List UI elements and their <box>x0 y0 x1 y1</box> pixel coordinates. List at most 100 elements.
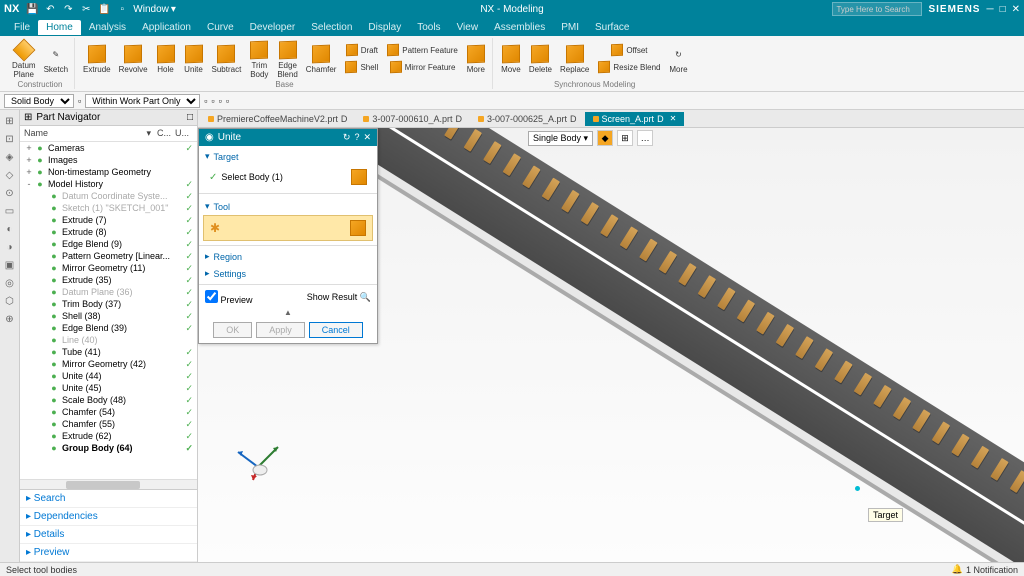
sel-icon[interactable]: ▫ <box>211 96 214 106</box>
target-select-row[interactable]: ✓ Select Body (1) <box>203 165 373 189</box>
menu-pmi[interactable]: PMI <box>553 20 587 35</box>
tree-node[interactable]: ●Sketch (1) "SKETCH_001"✓ <box>20 202 197 214</box>
scope-select[interactable]: Within Work Part Only <box>85 94 200 108</box>
expand-icon[interactable]: + <box>24 155 34 165</box>
more-sync-button[interactable]: ↻More <box>665 43 691 75</box>
target-group-header[interactable]: ▾Target <box>199 148 377 165</box>
minimize-icon[interactable]: ─ <box>986 4 993 15</box>
sel-icon[interactable]: ▫ <box>226 96 229 106</box>
rail-icon[interactable]: ◐ <box>3 222 17 236</box>
tree-node[interactable]: +●Cameras✓ <box>20 142 197 154</box>
menu-home[interactable]: Home <box>38 20 81 35</box>
nav-icon[interactable]: ⊞ <box>3 114 17 128</box>
menu-assemblies[interactable]: Assemblies <box>486 20 553 35</box>
document-tab[interactable]: PremiereCoffeeMachineV2.prt D <box>200 112 355 126</box>
close-icon[interactable]: ✕ <box>1012 4 1020 15</box>
filter-icon[interactable]: ▫ <box>78 96 81 106</box>
accordion-details[interactable]: ▸ Details <box>20 526 197 544</box>
tree-node[interactable]: ●Unite (44)✓ <box>20 370 197 382</box>
trim-body-button[interactable]: Trim Body <box>246 39 272 80</box>
menu-analysis[interactable]: Analysis <box>81 20 134 35</box>
menu-curve[interactable]: Curve <box>199 20 242 35</box>
body-icon[interactable] <box>350 220 366 236</box>
chevron-down-icon[interactable]: ▾ <box>146 128 151 139</box>
tree-node[interactable]: +●Non-timestamp Geometry <box>20 166 197 178</box>
tree-node[interactable]: ●Chamfer (55)✓ <box>20 418 197 430</box>
tree-node[interactable]: ●Mirror Geometry (11)✓ <box>20 262 197 274</box>
dialog-titlebar[interactable]: ◉ Unite ↻?✕ <box>199 129 377 146</box>
document-tab[interactable]: 3-007-000610_A.prt D <box>355 112 470 126</box>
cancel-button[interactable]: Cancel <box>309 322 363 338</box>
expand-icon[interactable]: + <box>24 143 34 153</box>
resize-blend-button[interactable]: Resize Blend <box>594 59 663 76</box>
rail-icon[interactable]: ▣ <box>3 258 17 272</box>
datum-plane-button[interactable]: Datum Plane <box>9 39 39 80</box>
ok-button[interactable]: OK <box>213 322 252 338</box>
shell-button[interactable]: Shell <box>341 59 381 76</box>
menu-view[interactable]: View <box>449 20 487 35</box>
extrude-button[interactable]: Extrude <box>80 43 114 75</box>
menu-developer[interactable]: Developer <box>242 20 304 35</box>
rail-icon[interactable]: ◎ <box>3 276 17 290</box>
type-filter-select[interactable]: Solid Body <box>4 94 74 108</box>
selection-filter-select[interactable]: Single Body ▾ <box>528 131 593 146</box>
tree-node[interactable]: ●Edge Blend (9)✓ <box>20 238 197 250</box>
tree-node[interactable]: +●Images <box>20 154 197 166</box>
unite-button[interactable]: Unite <box>181 43 207 75</box>
save-icon[interactable]: 💾 <box>25 2 39 16</box>
tree-node[interactable]: ●Datum Coordinate Syste...✓ <box>20 190 197 202</box>
collapse-icon[interactable]: ▲ <box>199 308 377 317</box>
move-button[interactable]: Move <box>498 43 524 75</box>
assembly-icon[interactable]: ⊡ <box>3 132 17 146</box>
tool-select-row[interactable]: ✱ <box>203 215 373 241</box>
document-tab[interactable]: 3-007-000625_A.prt D <box>470 112 585 126</box>
undo-icon[interactable]: ↶ <box>43 2 57 16</box>
rail-icon[interactable]: ⊕ <box>3 312 17 326</box>
tree-node[interactable]: ●Extrude (8)✓ <box>20 226 197 238</box>
tree-node[interactable]: -●Model History✓ <box>20 178 197 190</box>
menu-application[interactable]: Application <box>134 20 199 35</box>
menu-file[interactable]: File <box>6 20 38 35</box>
tree-node[interactable]: ●Trim Body (37)✓ <box>20 298 197 310</box>
accordion-search[interactable]: ▸ Search <box>20 490 197 508</box>
expand-icon[interactable]: - <box>24 179 34 189</box>
rail-icon[interactable]: ⊙ <box>3 186 17 200</box>
sketch-button[interactable]: ✎Sketch <box>41 43 71 75</box>
vp-btn[interactable]: ⊞ <box>617 130 633 146</box>
view-triad[interactable] <box>233 432 283 482</box>
help-icon[interactable]: ? <box>354 132 359 143</box>
tree-node[interactable]: ●Extrude (62)✓ <box>20 430 197 442</box>
document-tab[interactable]: Screen_A.prt D✕ <box>585 112 685 126</box>
menu-display[interactable]: Display <box>360 20 409 35</box>
navigator-tree[interactable]: +●Cameras✓+●Images+●Non-timestamp Geomet… <box>20 142 197 479</box>
rail-icon[interactable]: ◇ <box>3 168 17 182</box>
region-header[interactable]: ▸Region <box>199 248 377 265</box>
reset-icon[interactable]: ↻ <box>343 132 351 143</box>
rail-icon[interactable]: ▭ <box>3 204 17 218</box>
chamfer-button[interactable]: Chamfer <box>303 43 340 75</box>
qa-icon[interactable]: ▫ <box>115 2 129 16</box>
edge-blend-button[interactable]: Edge Blend <box>274 39 300 80</box>
tree-node[interactable]: ●Extrude (7)✓ <box>20 214 197 226</box>
show-result-button[interactable]: Show Result 🔍 <box>307 292 371 303</box>
rail-icon[interactable]: ◑ <box>3 240 17 254</box>
expand-icon[interactable]: + <box>24 167 34 177</box>
tree-node[interactable]: ●Chamfer (54)✓ <box>20 406 197 418</box>
replace-button[interactable]: Replace <box>557 43 592 75</box>
offset-button[interactable]: Offset <box>594 42 663 59</box>
tool-group-header[interactable]: ▾Tool <box>199 198 377 215</box>
tree-node[interactable]: ●Datum Plane (36)✓ <box>20 286 197 298</box>
sel-icon[interactable]: ▫ <box>204 96 207 106</box>
pattern-feature-button[interactable]: Pattern Feature <box>383 42 461 59</box>
close-icon[interactable]: ✕ <box>670 114 677 123</box>
vp-btn[interactable]: … <box>637 130 653 146</box>
constraint-icon[interactable]: ◈ <box>3 150 17 164</box>
close-icon[interactable]: ✕ <box>363 132 371 143</box>
apply-button[interactable]: Apply <box>256 322 305 338</box>
search-input[interactable]: Type Here to Search <box>832 2 922 16</box>
tree-node[interactable]: ●Pattern Geometry [Linear...✓ <box>20 250 197 262</box>
maximize-icon[interactable]: □ <box>1000 4 1006 15</box>
tree-node[interactable]: ●Group Body (64)✓ <box>20 442 197 454</box>
hole-button[interactable]: Hole <box>153 43 179 75</box>
tree-node[interactable]: ●Line (40) <box>20 334 197 346</box>
